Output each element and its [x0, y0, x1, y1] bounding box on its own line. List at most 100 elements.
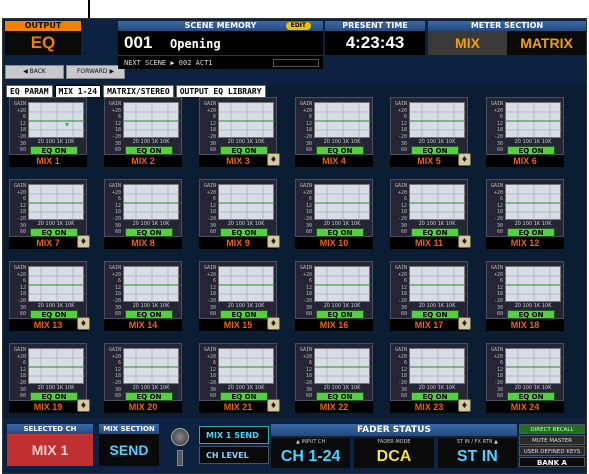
eq-curve-graph[interactable] [218, 348, 275, 385]
eq-on-button[interactable]: EQ ON [125, 310, 173, 319]
eq-panel[interactable]: GAIN +20 6 12 18 -20 30 60 20 100 1K 10K EQ ON [295, 261, 373, 319]
eq-on-button[interactable]: EQ ON [411, 228, 459, 237]
mix-eq-cell[interactable]: GAIN +20 6 12 18 -20 30 60 20 100 1K 10K EQ ON … [7, 261, 91, 331]
eq-curve-graph[interactable] [409, 266, 466, 303]
library-icon[interactable]: ♦ [267, 235, 280, 248]
direct-recall-button[interactable]: DIRECT RECALL [519, 424, 585, 434]
eq-panel[interactable]: GAIN +20 6 12 18 -20 30 60 20 100 1K 10K EQ ON [390, 261, 468, 319]
eq-curve-graph[interactable] [505, 266, 562, 303]
eq-panel[interactable]: GAIN +20 6 12 18 -20 30 60 20 100 1K 10K EQ ON [199, 97, 277, 155]
eq-panel[interactable]: GAIN +20 6 12 18 -20 30 60 20 100 1K 10K EQ ON [486, 343, 564, 401]
selected-channel[interactable]: SELECTED CH MIX 1 [7, 424, 93, 470]
mix-eq-cell[interactable]: GAIN +20 6 12 18 -20 30 60 20 100 1K 10K EQ ON … [197, 343, 281, 413]
eq-panel[interactable]: GAIN +20 6 12 18 -20 30 60 20 100 1K 10K EQ ON [104, 179, 182, 237]
mix-eq-cell[interactable]: GAIN +20 6 12 18 -20 30 60 20 100 1K 10K EQ ON … [388, 179, 472, 249]
library-icon[interactable]: ♦ [77, 399, 90, 412]
eq-curve-graph[interactable] [505, 102, 562, 139]
eq-curve-graph[interactable] [28, 184, 85, 221]
mix-eq-cell[interactable]: GAIN +20 6 12 18 -20 30 60 20 100 1K 10K EQ ON … [7, 179, 91, 249]
eq-curve-graph[interactable] [409, 348, 466, 385]
mix-eq-cell[interactable]: GAIN +20 6 12 18 -20 30 60 20 100 1K 10K EQ ON … [7, 343, 91, 413]
eq-panel[interactable]: GAIN +20 6 12 18 -20 30 60 20 100 1K 10K EQ ON [104, 97, 182, 155]
eq-on-button[interactable]: EQ ON [316, 392, 364, 401]
library-icon[interactable]: ♦ [458, 399, 471, 412]
eq-panel[interactable]: GAIN +20 6 12 18 -20 30 60 20 100 1K 10K EQ ON [486, 261, 564, 319]
eq-on-button[interactable]: EQ ON [220, 392, 268, 401]
eq-on-button[interactable]: EQ ON [125, 146, 173, 155]
mix-eq-cell[interactable]: GAIN +20 6 12 18 -20 30 60 20 100 1K 10K EQ ON … [293, 261, 377, 331]
tab-matrix-stereo[interactable]: MATRIX/STEREO [103, 85, 174, 97]
mix-eq-cell[interactable]: GAIN +20 6 12 18 -20 30 60 20 100 1K 10K EQ ON … [293, 97, 377, 167]
eq-panel[interactable]: GAIN +20 6 12 18 -20 30 60 20 100 1K 10K EQ ON [199, 261, 277, 319]
mix-send-button[interactable]: MIX 1 SEND [199, 426, 269, 444]
eq-curve-graph[interactable] [123, 348, 180, 385]
ch-level-button[interactable]: CH LEVEL [199, 446, 269, 464]
library-icon[interactable]: ♦ [458, 235, 471, 248]
library-icon[interactable]: ♦ [267, 317, 280, 330]
eq-curve-graph[interactable] [314, 348, 371, 385]
eq-on-button[interactable]: EQ ON [220, 228, 268, 237]
eq-curve-graph[interactable] [218, 266, 275, 303]
eq-panel[interactable]: GAIN +20 6 12 18 -20 30 60 20 100 1K 10K EQ ON [295, 343, 373, 401]
eq-on-button[interactable]: EQ ON [507, 310, 555, 319]
eq-curve-graph[interactable] [28, 102, 85, 139]
mix-eq-cell[interactable]: GAIN +20 6 12 18 -20 30 60 20 100 1K 10K EQ ON … [293, 343, 377, 413]
eq-panel[interactable]: GAIN +20 6 12 18 -20 30 60 20 100 1K 10K EQ ON [486, 179, 564, 237]
input-ch-layer[interactable]: ▲ INPUT CH CH 1-24 [271, 438, 351, 468]
eq-on-button[interactable]: EQ ON [411, 146, 459, 155]
mix-eq-cell[interactable]: GAIN +20 6 12 18 -20 30 60 20 100 1K 10K EQ ON … [388, 261, 472, 331]
library-icon[interactable]: ♦ [267, 153, 280, 166]
mix-eq-cell[interactable]: GAIN +20 6 12 18 -20 30 60 20 100 1K 10K EQ ON … [484, 179, 568, 249]
mix-eq-cell[interactable]: GAIN +20 6 12 18 -20 30 60 20 100 1K 10K EQ ON … [293, 179, 377, 249]
eq-on-button[interactable]: EQ ON [30, 146, 78, 155]
eq-curve-graph[interactable] [505, 184, 562, 221]
eq-on-button[interactable]: EQ ON [125, 392, 173, 401]
eq-curve-graph[interactable] [409, 184, 466, 221]
mix-eq-cell[interactable]: GAIN +20 6 12 18 -20 30 60 20 100 1K 10K EQ ON … [102, 261, 186, 331]
mix-eq-cell[interactable]: GAIN +20 6 12 18 -20 30 60 20 100 1K 10K EQ ON … [388, 343, 472, 413]
eq-panel[interactable]: GAIN +20 6 12 18 -20 30 60 20 100 1K 10K EQ ON [104, 261, 182, 319]
forward-button[interactable]: FORWARD ▶ [66, 65, 125, 79]
library-icon[interactable]: ♦ [77, 235, 90, 248]
eq-panel[interactable]: GAIN +20 6 12 18 -20 30 60 20 100 1K 10K EQ ON [9, 261, 87, 319]
eq-on-button[interactable]: EQ ON [507, 228, 555, 237]
mix-eq-cell[interactable]: GAIN +20 6 12 18 -20 30 60 20 100 1K 10K EQ ON … [484, 343, 568, 413]
mix-eq-cell[interactable]: GAIN +20 6 12 18 -20 30 60 20 100 1K 10K EQ ON … [197, 97, 281, 167]
eq-on-button[interactable]: EQ ON [507, 392, 555, 401]
scene-memory-display[interactable]: SCENE MEMORY EDIT 001 Opening NEXT SCENE … [118, 21, 323, 71]
eq-panel[interactable]: GAIN +20 6 12 18 -20 30 60 20 100 1K 10K EQ ON [390, 343, 468, 401]
eq-panel[interactable]: GAIN +20 6 12 18 -20 30 60 20 100 1K 10K EQ ON [9, 97, 87, 155]
eq-panel[interactable]: GAIN +20 6 12 18 -20 30 60 20 100 1K 10K EQ ON [9, 343, 87, 401]
eq-panel[interactable]: GAIN +20 6 12 18 -20 30 60 20 100 1K 10K EQ ON [295, 97, 373, 155]
eq-on-button[interactable]: EQ ON [30, 228, 78, 237]
tab-output-eq-library[interactable]: OUTPUT EQ LIBRARY [175, 85, 266, 97]
eq-curve-graph[interactable] [123, 266, 180, 303]
eq-panel[interactable]: GAIN +20 6 12 18 -20 30 60 20 100 1K 10K EQ ON [199, 179, 277, 237]
mix-eq-cell[interactable]: GAIN +20 6 12 18 -20 30 60 20 100 1K 10K EQ ON … [388, 97, 472, 167]
eq-panel[interactable]: GAIN +20 6 12 18 -20 30 60 20 100 1K 10K EQ ON [390, 179, 468, 237]
mix-eq-cell[interactable]: GAIN +20 6 12 18 -20 30 60 20 100 1K 10K EQ ON … [102, 343, 186, 413]
eq-panel[interactable]: GAIN +20 6 12 18 -20 30 60 20 100 1K 10K EQ ON [199, 343, 277, 401]
mix-eq-cell[interactable]: GAIN +20 6 12 18 -20 30 60 20 100 1K 10K EQ ON … [197, 179, 281, 249]
meter-matrix-button[interactable]: MATRIX [507, 31, 586, 55]
library-icon[interactable]: ♦ [267, 399, 280, 412]
library-icon[interactable]: ♦ [458, 317, 471, 330]
tab-eq-param[interactable]: EQ PARAM [6, 85, 53, 97]
back-button[interactable]: ◀ BACK [5, 65, 64, 79]
eq-curve-graph[interactable] [28, 348, 85, 385]
eq-on-button[interactable]: EQ ON [411, 392, 459, 401]
library-icon[interactable]: ♦ [77, 317, 90, 330]
eq-on-button[interactable]: EQ ON [30, 310, 78, 319]
mix-eq-cell[interactable]: GAIN +20 6 12 18 -20 30 60 20 100 1K 10K EQ ON … [484, 97, 568, 167]
st-in-layer[interactable]: ST IN / FX RTN ▲ ST IN [437, 438, 517, 468]
mute-master-button[interactable]: MUTE MASTER [519, 435, 585, 445]
eq-curve-graph[interactable] [218, 102, 275, 139]
eq-on-button[interactable]: EQ ON [220, 146, 268, 155]
mix-eq-cell[interactable]: GAIN +20 6 12 18 -20 30 60 20 100 1K 10K EQ ON … [197, 261, 281, 331]
eq-on-button[interactable]: EQ ON [125, 228, 173, 237]
eq-curve-graph[interactable] [314, 184, 371, 221]
tab-mix-1-24[interactable]: MIX 1-24 [54, 85, 102, 97]
eq-curve-graph[interactable] [123, 102, 180, 139]
eq-on-button[interactable]: EQ ON [411, 310, 459, 319]
fader-mode[interactable]: FADER MODE DCA [354, 438, 434, 468]
